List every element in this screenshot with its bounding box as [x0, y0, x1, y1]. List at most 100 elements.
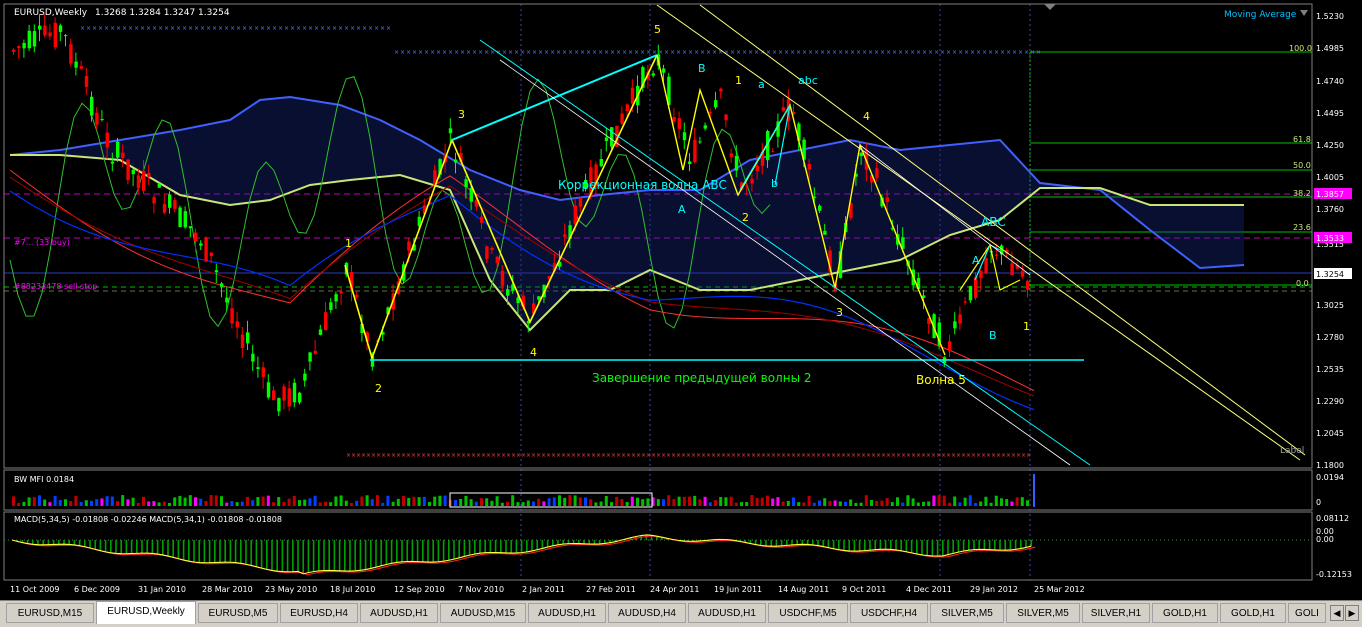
candle-body: [147, 172, 151, 177]
marker: ×: [958, 49, 963, 56]
marker: ×: [302, 25, 307, 32]
mfi-bar: [937, 495, 941, 506]
marker: ×: [260, 25, 265, 32]
chart-window[interactable]: × × × × × × × × × × × × × × × × × × × × × × × × × × × × × × × × × × × × × × × ×…: [0, 0, 1362, 604]
marker: ×: [808, 49, 813, 56]
mfi-bar: [776, 497, 780, 506]
candle-body: [407, 241, 411, 251]
tab-scroll-left-icon[interactable]: ◀: [1330, 605, 1344, 621]
marker: ×: [460, 49, 465, 56]
marker: ×: [1012, 49, 1017, 56]
mfi-bar: [1000, 498, 1003, 506]
tab-gold-h1[interactable]: GOLD,H1: [1152, 603, 1218, 623]
marker: ×: [940, 49, 945, 56]
tab-audusd-h4[interactable]: AUDUSD,H4: [608, 603, 686, 623]
candle-body: [168, 194, 172, 208]
tab-goli[interactable]: GOLI: [1288, 603, 1326, 623]
candle-body: [105, 132, 109, 148]
price-tick: 1.2045: [1316, 429, 1344, 438]
marker: ×: [742, 49, 747, 56]
mfi-bar: [318, 502, 322, 506]
mfi-bar: [443, 495, 447, 506]
tab-audusd-h1-3[interactable]: AUDUSD,H1: [688, 603, 766, 623]
mfi-bars: [12, 474, 1035, 508]
wave-line: [451, 54, 658, 141]
tab-eurusd-weekly[interactable]: EURUSD,Weekly: [96, 601, 196, 624]
mfi-bar: [542, 501, 546, 506]
candle-body: [454, 159, 458, 163]
tab-silver-m5-2[interactable]: SILVER,M5: [1006, 603, 1080, 623]
marker: ×: [152, 25, 157, 32]
tab-usdchf-m5[interactable]: USDCHF,M5: [768, 603, 848, 623]
marker: ×: [116, 25, 121, 32]
candle-body: [178, 207, 182, 228]
tab-eurusd-m15[interactable]: EURUSD,M15: [6, 603, 94, 623]
tab-audusd-m15[interactable]: AUDUSD,M15: [440, 603, 526, 623]
tab-silver-h1[interactable]: SILVER,H1: [1082, 603, 1150, 623]
time-tick: 7 Nov 2010: [458, 585, 504, 594]
grid-lines: × × × × × × × × × × × × × × × × × × × × × × × × × × × × × × × × × × × × × × × ×…: [4, 4, 1312, 580]
mfi-bar: [136, 502, 140, 506]
candle-body: [979, 270, 983, 279]
mfi-bar: [277, 497, 281, 506]
mfi-bar: [719, 497, 723, 506]
tab-silver-m5[interactable]: SILVER,M5: [930, 603, 1004, 623]
mfi-bar: [974, 502, 977, 506]
tab-gold-h1-2[interactable]: GOLD,H1: [1220, 603, 1286, 623]
marker: ×: [424, 49, 429, 56]
time-tick: 19 Jun 2011: [714, 585, 762, 594]
tab-usdchf-h4[interactable]: USDCHF,H4: [850, 603, 928, 623]
marker: ×: [538, 49, 543, 56]
marker: ×: [296, 25, 301, 32]
mfi-bar: [152, 501, 156, 506]
candle-body: [630, 87, 635, 104]
marker: ×: [796, 49, 801, 56]
mfi-bar: [438, 495, 442, 506]
tab-audusd-h1[interactable]: AUDUSD,H1: [360, 603, 438, 623]
candle-body: [1026, 280, 1030, 290]
mfi-bar: [589, 499, 593, 506]
mfi-bar: [927, 501, 931, 506]
mfi-bar: [396, 498, 400, 506]
mfi-bar: [157, 502, 161, 506]
marker: ×: [832, 49, 837, 56]
mfi-bar: [693, 495, 697, 506]
macd-histogram: [4, 534, 1312, 576]
mfi-bar: [797, 502, 801, 506]
marker: ×: [694, 49, 699, 56]
tab-eurusd-m5[interactable]: EURUSD,M5: [198, 603, 278, 623]
mfi-bar: [755, 498, 759, 506]
time-tick: 25 Mar 2012: [1034, 585, 1085, 594]
mfi-bar: [568, 495, 572, 506]
price-tick: 1.2290: [1316, 397, 1344, 406]
mfi-bar: [786, 500, 790, 506]
correction-wave-text: Коррекционная волна ABC: [558, 178, 727, 192]
candle-body: [142, 170, 146, 191]
marker: ×: [158, 25, 163, 32]
collapse-triangle-icon[interactable]: [1300, 10, 1308, 16]
mfi-bar: [79, 501, 83, 506]
mfi-bar: [677, 496, 681, 506]
candle-body: [173, 200, 177, 209]
tab-audusd-h1-2[interactable]: AUDUSD,H1: [528, 603, 606, 623]
marker: ×: [284, 25, 289, 32]
candle-body: [495, 256, 499, 264]
indicator-label: Moving Average: [1224, 10, 1297, 20]
chart-shift-marker-icon[interactable]: [1044, 4, 1056, 10]
chart-tab-bar: EURUSD,M15 EURUSD,Weekly EURUSD,M5 EURUS…: [0, 600, 1362, 627]
marker: ×: [236, 25, 241, 32]
marker: ×: [436, 49, 441, 56]
marker: ×: [344, 25, 349, 32]
tab-eurusd-h4[interactable]: EURUSD,H4: [280, 603, 358, 623]
mfi-bar: [17, 502, 21, 506]
mfi-bar: [272, 502, 275, 506]
mfi-bar: [594, 502, 598, 506]
mfi-bar: [823, 498, 827, 506]
candle-body: [313, 350, 317, 354]
marker: ×: [1024, 49, 1029, 56]
marker: ×: [676, 49, 681, 56]
mfi-bar: [896, 497, 899, 506]
marker: ×: [362, 25, 367, 32]
tab-scroll-right-icon[interactable]: ▶: [1345, 605, 1359, 621]
chart-title: EURUSD,Weekly: [14, 8, 88, 18]
